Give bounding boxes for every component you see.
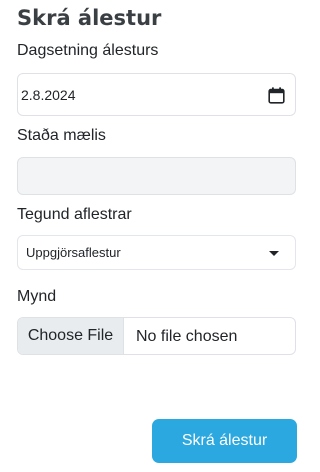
date-input[interactable]: 2.8.2024 [17,73,296,116]
caret-down-icon [269,251,279,256]
image-label: Mynd [17,288,57,305]
calendar-icon[interactable] [268,87,285,104]
meter-status-input[interactable] [17,157,296,195]
reading-type-select[interactable]: Uppgjörsaflestur [17,235,296,270]
reading-type-value: Uppgjörsaflestur [26,245,121,260]
submit-reading-button[interactable]: Skrá álestur [152,419,297,463]
image-file-input[interactable]: Choose File No file chosen [17,317,296,355]
page-title: Skrá álestur [17,6,162,30]
file-status-text: No file chosen [136,328,238,345]
date-value: 2.8.2024 [21,87,76,103]
choose-file-button[interactable]: Choose File [18,318,124,354]
reading-type-label: Tegund aflestrar [17,206,132,223]
meter-status-label: Staða mælis [17,127,106,144]
date-label: Dagsetning álesturs [17,42,159,59]
